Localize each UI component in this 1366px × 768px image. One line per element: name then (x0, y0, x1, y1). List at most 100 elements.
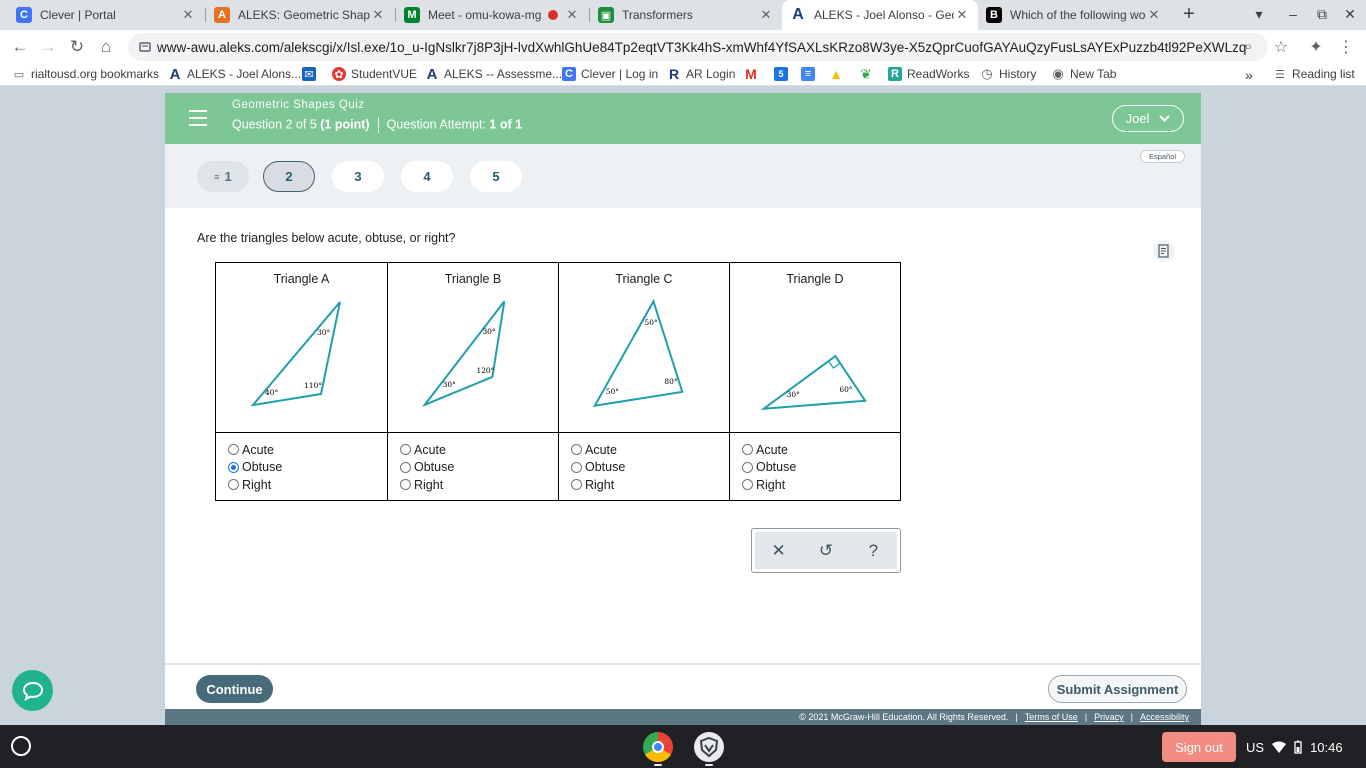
status-tray[interactable]: US 10:46 (1246, 732, 1343, 762)
close-icon[interactable]: ✕ (370, 7, 386, 23)
radio-button[interactable] (400, 461, 411, 473)
minimize-icon[interactable]: – (1284, 6, 1302, 22)
triangle-b-angle-left: 30° (443, 380, 456, 389)
bookmark-star-icon[interactable]: ☆ (1271, 37, 1291, 57)
tab-title: ALEKS - Joel Alonso - Geometric Shapes Q… (814, 8, 954, 22)
bookmark-aleks-assessment[interactable]: A ALEKS -- Assessme... (425, 66, 562, 83)
recording-icon (548, 10, 558, 20)
bookmark-gmail[interactable]: M (744, 66, 763, 82)
bookmark-readworks[interactable]: R ReadWorks (888, 67, 969, 81)
user-menu-button[interactable]: Joel (1112, 105, 1184, 132)
radio-button[interactable] (742, 461, 753, 473)
accessibility-link[interactable]: Accessibility (1140, 712, 1189, 722)
notes-icon[interactable] (1153, 240, 1175, 262)
question-button-5[interactable]: 5 (470, 161, 522, 192)
bookmark-mail[interactable]: ✉ (302, 67, 321, 81)
more-bookmarks-button[interactable]: » (1245, 67, 1253, 83)
chat-icon[interactable] (12, 670, 53, 711)
radio-button[interactable] (571, 479, 582, 491)
bookmark-ar-login[interactable]: R AR Login (667, 66, 735, 82)
site-info-icon[interactable] (138, 40, 152, 54)
launcher-icon[interactable] (11, 736, 31, 756)
submit-assignment-button[interactable]: Submit Assignment (1048, 675, 1187, 703)
triangle-c-option-obtuse[interactable]: Obtuse (571, 459, 729, 477)
menu-icon[interactable]: ⋮ (1336, 37, 1356, 57)
question-button-3[interactable]: 3 (332, 161, 384, 192)
tab-clever-portal[interactable]: C Clever | Portal ✕ (8, 0, 204, 30)
radio-button[interactable] (228, 444, 239, 456)
bookmark-aleks-joel[interactable]: A ALEKS - Joel Alons... (168, 66, 301, 83)
triangle-d-option-acute[interactable]: Acute (742, 441, 900, 459)
extensions-icon[interactable]: ✦ (1306, 37, 1326, 57)
forward-icon[interactable]: → (37, 36, 59, 58)
continue-button[interactable]: Continue (196, 675, 273, 703)
securly-icon[interactable] (694, 732, 724, 762)
triangle-a-option-right[interactable]: Right (228, 476, 387, 494)
bookmark-clever-login[interactable]: C Clever | Log in (562, 67, 658, 81)
close-icon[interactable]: ✕ (954, 7, 970, 23)
tab-aleks-quiz[interactable]: A ALEKS - Joel Alonso - Geometric Shapes… (782, 0, 978, 30)
tab-aleks-practice[interactable]: A ALEKS: Geometric Shapes Practice ✕ (206, 0, 394, 30)
clear-icon[interactable]: ✕ (764, 541, 794, 561)
close-icon[interactable]: ✕ (180, 7, 196, 23)
restore-icon[interactable]: ⧉ (1313, 6, 1331, 23)
tab-transformers[interactable]: ▣ Transformers ✕ (590, 0, 782, 30)
radio-button[interactable] (400, 444, 411, 456)
url-text[interactable]: www-awu.aleks.com/alekscgi/x/Isl.exe/1o_… (157, 40, 1247, 55)
privacy-link[interactable]: Privacy (1094, 712, 1124, 722)
address-bar[interactable]: www-awu.aleks.com/alekscgi/x/Isl.exe/1o_… (128, 33, 1268, 61)
triangle-a-option-acute[interactable]: Acute (228, 441, 387, 459)
hamburger-menu-icon[interactable] (189, 110, 207, 126)
bookmark-new-tab[interactable]: ◉ New Tab (1051, 66, 1116, 81)
radio-button[interactable] (571, 444, 582, 456)
question-button-2[interactable]: 2 (263, 161, 315, 192)
undo-icon[interactable]: ↺ (811, 541, 841, 561)
radio-button[interactable] (228, 479, 239, 491)
close-window-icon[interactable]: ✕ (1341, 6, 1359, 23)
chrome-icon[interactable] (643, 732, 673, 762)
close-icon[interactable]: ✕ (564, 7, 580, 23)
bookmark-drive[interactable]: ▲ (829, 66, 848, 82)
close-icon[interactable]: ✕ (758, 7, 774, 23)
terms-link[interactable]: Terms of Use (1025, 712, 1078, 722)
sign-out-button[interactable]: Sign out (1162, 732, 1236, 762)
tab-search-icon[interactable]: ▾ (1250, 6, 1268, 23)
tab-title: Which of the following would (1010, 8, 1146, 22)
bookmark-studentvue[interactable]: ✿ StudentVUE (332, 67, 417, 81)
triangle-a-title: Triangle A (273, 272, 330, 286)
radio-button[interactable] (228, 461, 239, 473)
bookmark-docs[interactable]: ≡ (801, 67, 820, 81)
question-button-4[interactable]: 4 (401, 161, 453, 192)
triangle-c-option-right[interactable]: Right (571, 476, 729, 494)
tab-meet[interactable]: M Meet - omu-kowa-mgk ✕ (396, 0, 588, 30)
new-tab-button[interactable]: + (1178, 4, 1200, 26)
radio-button[interactable] (742, 444, 753, 456)
tab-brainly[interactable]: B Which of the following would ✕ (978, 0, 1170, 30)
reading-list-button[interactable]: ☰ Reading list (1273, 67, 1355, 81)
bookmark-rialtousd[interactable]: ▭ rialtousd.org bookmarks (12, 67, 159, 81)
triangle-d-option-obtuse[interactable]: Obtuse (742, 459, 900, 477)
question-button-1[interactable]: ≡ 1 (197, 161, 249, 192)
help-icon[interactable]: ? (858, 541, 888, 561)
bookmark-history[interactable]: ◷ History (980, 66, 1036, 81)
triangle-c-option-acute[interactable]: Acute (571, 441, 729, 459)
triangle-b-option-right[interactable]: Right (400, 476, 558, 494)
radio-button[interactable] (571, 461, 582, 473)
radio-button[interactable] (400, 479, 411, 491)
triangle-b-option-obtuse[interactable]: Obtuse (400, 459, 558, 477)
home-icon[interactable]: ⌂ (95, 36, 117, 58)
espanol-button[interactable]: Español (1140, 150, 1185, 163)
zoom-icon[interactable]: ⌕ (1244, 38, 1252, 55)
close-icon[interactable]: ✕ (1146, 7, 1162, 23)
radio-button[interactable] (742, 479, 753, 491)
globe-icon: ◉ (1052, 66, 1064, 81)
bookmark-leaf[interactable]: ❦ (859, 66, 878, 82)
back-icon[interactable]: ← (9, 36, 31, 58)
triangle-a-option-obtuse[interactable]: Obtuse (228, 459, 387, 477)
footer-divider: | (1130, 712, 1133, 722)
triangle-b-option-acute[interactable]: Acute (400, 441, 558, 459)
triangles-table: Triangle A 30° 110° 40° Acute Obtuse Rig… (215, 262, 901, 501)
reload-icon[interactable]: ↻ (66, 36, 88, 58)
bookmark-calendar[interactable]: 5 (774, 67, 793, 81)
triangle-d-option-right[interactable]: Right (742, 476, 900, 494)
